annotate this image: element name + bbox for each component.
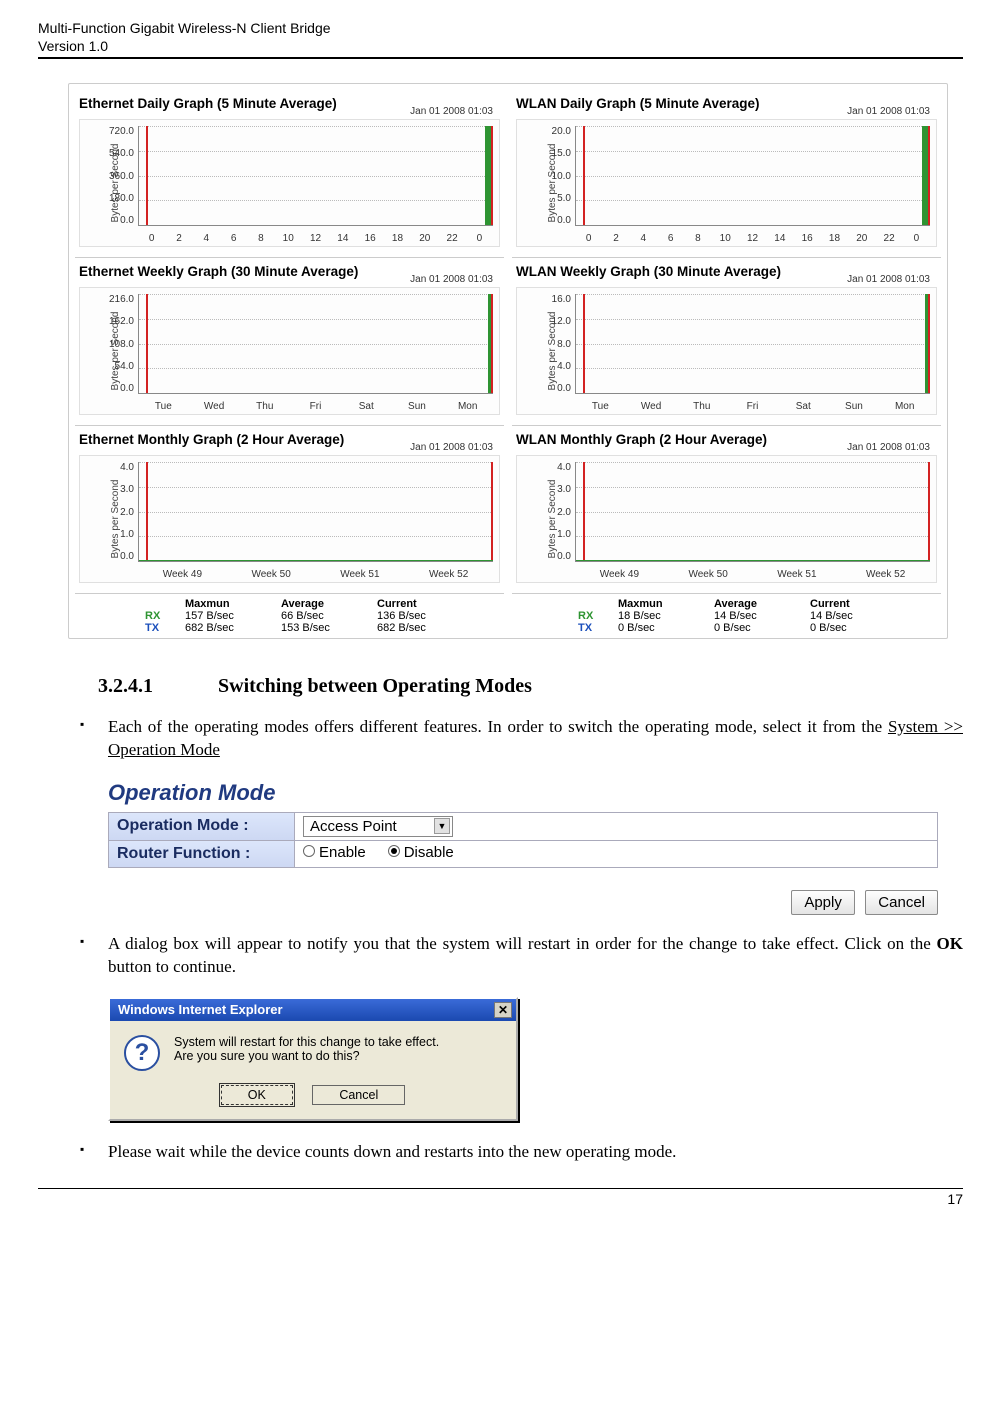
y-ticks: 216.0162.0108.054.00.0 xyxy=(94,294,134,394)
bullet-please-wait: Please wait while the device counts down… xyxy=(76,1141,963,1164)
dialog-line2: Are you sure you want to do this? xyxy=(174,1049,439,1063)
stats-hdr-avg: Average xyxy=(714,598,792,610)
chart-plot: Jan 01 2008 01:03Bytes per Second16.012.… xyxy=(516,287,937,415)
opmode-panel-title: Operation Mode xyxy=(108,780,938,806)
chart-timestamp: Jan 01 2008 01:03 xyxy=(410,106,493,117)
bullet-text: button to continue. xyxy=(108,957,236,976)
chart-eth_weekly: Ethernet Weekly Graph (30 Minute Average… xyxy=(75,258,504,426)
chart-timestamp: Jan 01 2008 01:03 xyxy=(410,274,493,285)
section-number: 3.2.4.1 xyxy=(98,675,213,698)
chart-timestamp: Jan 01 2008 01:03 xyxy=(410,442,493,453)
chart-timestamp: Jan 01 2008 01:03 xyxy=(847,442,930,453)
x-ticks: Week 49Week 50Week 51Week 52 xyxy=(138,569,493,580)
stats-hdr-max: Maxmun xyxy=(618,598,696,610)
traffic-graphs-panel: Ethernet Daily Graph (5 Minute Average)J… xyxy=(68,83,948,639)
eth-rx-max: 157 B/sec xyxy=(185,610,263,622)
ie-confirm-dialog: Windows Internet Explorer ✕ ? System wil… xyxy=(108,997,518,1121)
page-header: Multi-Function Gigabit Wireless-N Client… xyxy=(38,20,963,59)
wlan-rx-avg: 14 B/sec xyxy=(714,610,792,622)
dialog-title: Windows Internet Explorer xyxy=(118,1002,283,1017)
ethernet-stats: Maxmun Average Current RX 157 B/sec 66 B… xyxy=(75,594,508,634)
bullet-text: Please wait while the device counts down… xyxy=(108,1142,676,1161)
stats-hdr-max: Maxmun xyxy=(185,598,263,610)
x-ticks: 02468101214161820220 xyxy=(575,233,930,244)
stats-rx-label: RX xyxy=(145,610,167,622)
wlan-rx-max: 18 B/sec xyxy=(618,610,696,622)
chart-wlan_daily: WLAN Daily Graph (5 Minute Average)Jan 0… xyxy=(512,90,941,258)
x-ticks: Week 49Week 50Week 51Week 52 xyxy=(575,569,930,580)
doc-title-line1: Multi-Function Gigabit Wireless-N Client… xyxy=(38,20,963,38)
plot-area xyxy=(138,294,493,394)
operation-mode-screenshot: Operation Mode Operation Mode : Access P… xyxy=(108,780,938,915)
eth-rx-cur: 136 B/sec xyxy=(377,610,455,622)
operation-mode-value: Access Point xyxy=(310,818,397,835)
stats-hdr-cur: Current xyxy=(810,598,888,610)
chart-eth_daily: Ethernet Daily Graph (5 Minute Average)J… xyxy=(75,90,504,258)
chevron-down-icon: ▼ xyxy=(434,818,450,834)
apply-button[interactable]: Apply xyxy=(791,890,855,915)
chart-eth_monthly: Ethernet Monthly Graph (2 Hour Average)J… xyxy=(75,426,504,594)
wlan-rx-cur: 14 B/sec xyxy=(810,610,888,622)
wlan-stats: Maxmun Average Current RX 18 B/sec 14 B/… xyxy=(508,594,941,634)
section-title: Switching between Operating Modes xyxy=(218,675,532,697)
operation-mode-select[interactable]: Access Point ▼ xyxy=(303,816,453,837)
chart-wlan_weekly: WLAN Weekly Graph (30 Minute Average)Jan… xyxy=(512,258,941,426)
chart-timestamp: Jan 01 2008 01:03 xyxy=(847,106,930,117)
stats-rx-label: RX xyxy=(578,610,600,622)
dialog-message: System will restart for this change to t… xyxy=(174,1035,439,1063)
eth-tx-cur: 682 B/sec xyxy=(377,622,455,634)
router-enable-radio[interactable]: Enable xyxy=(303,844,366,861)
chart-wlan_monthly: WLAN Monthly Graph (2 Hour Average)Jan 0… xyxy=(512,426,941,594)
x-ticks: TueWedThuFriSatSunMon xyxy=(138,401,493,412)
section-heading: 3.2.4.1 Switching between Operating Mode… xyxy=(98,675,963,698)
eth-tx-avg: 153 B/sec xyxy=(281,622,359,634)
chart-timestamp: Jan 01 2008 01:03 xyxy=(847,274,930,285)
bullet-text: Each of the operating modes offers diffe… xyxy=(108,717,888,736)
chart-plot: Jan 01 2008 01:03Bytes per Second216.016… xyxy=(79,287,500,415)
bullet-switch-mode: Each of the operating modes offers diffe… xyxy=(76,716,963,762)
y-ticks: 16.012.08.04.00.0 xyxy=(531,294,571,394)
x-ticks: TueWedThuFriSatSunMon xyxy=(575,401,930,412)
plot-area xyxy=(575,462,930,562)
chart-plot: Jan 01 2008 01:03Bytes per Second20.015.… xyxy=(516,119,937,247)
eth-rx-avg: 66 B/sec xyxy=(281,610,359,622)
x-ticks: 02468101214161820220 xyxy=(138,233,493,244)
y-ticks: 20.015.010.05.00.0 xyxy=(531,126,571,226)
doc-title-line2: Version 1.0 xyxy=(38,38,963,56)
wlan-tx-cur: 0 B/sec xyxy=(810,622,888,634)
page-footer: 17 xyxy=(38,1188,963,1207)
page-number: 17 xyxy=(947,1191,963,1207)
y-ticks: 4.03.02.01.00.0 xyxy=(531,462,571,562)
opmode-row-label: Operation Mode : xyxy=(109,813,295,841)
ok-emphasis: OK xyxy=(937,934,963,953)
chart-plot: Jan 01 2008 01:03Bytes per Second720.054… xyxy=(79,119,500,247)
dialog-cancel-button[interactable]: Cancel xyxy=(312,1085,405,1105)
stats-tx-label: TX xyxy=(578,622,600,634)
router-function-label: Router Function : xyxy=(109,841,295,867)
router-disable-radio[interactable]: Disable xyxy=(388,844,454,861)
wlan-tx-max: 0 B/sec xyxy=(618,622,696,634)
dialog-ok-button[interactable]: OK xyxy=(221,1085,293,1105)
bullet-restart-dialog: A dialog box will appear to notify you t… xyxy=(76,933,963,979)
close-icon[interactable]: ✕ xyxy=(494,1002,512,1018)
router-enable-label: Enable xyxy=(319,844,366,861)
y-ticks: 720.0540.0360.0180.00.0 xyxy=(94,126,134,226)
router-disable-label: Disable xyxy=(404,844,454,861)
chart-plot: Jan 01 2008 01:03Bytes per Second4.03.02… xyxy=(79,455,500,583)
plot-area xyxy=(575,126,930,226)
question-icon: ? xyxy=(124,1035,160,1071)
stats-hdr-avg: Average xyxy=(281,598,359,610)
y-ticks: 4.03.02.01.00.0 xyxy=(94,462,134,562)
wlan-tx-avg: 0 B/sec xyxy=(714,622,792,634)
bullet-text: A dialog box will appear to notify you t… xyxy=(108,934,937,953)
eth-tx-max: 682 B/sec xyxy=(185,622,263,634)
stats-tx-label: TX xyxy=(145,622,167,634)
cancel-button[interactable]: Cancel xyxy=(865,890,938,915)
plot-area xyxy=(138,126,493,226)
stats-hdr-cur: Current xyxy=(377,598,455,610)
plot-area xyxy=(138,462,493,562)
chart-plot: Jan 01 2008 01:03Bytes per Second4.03.02… xyxy=(516,455,937,583)
dialog-line1: System will restart for this change to t… xyxy=(174,1035,439,1049)
plot-area xyxy=(575,294,930,394)
